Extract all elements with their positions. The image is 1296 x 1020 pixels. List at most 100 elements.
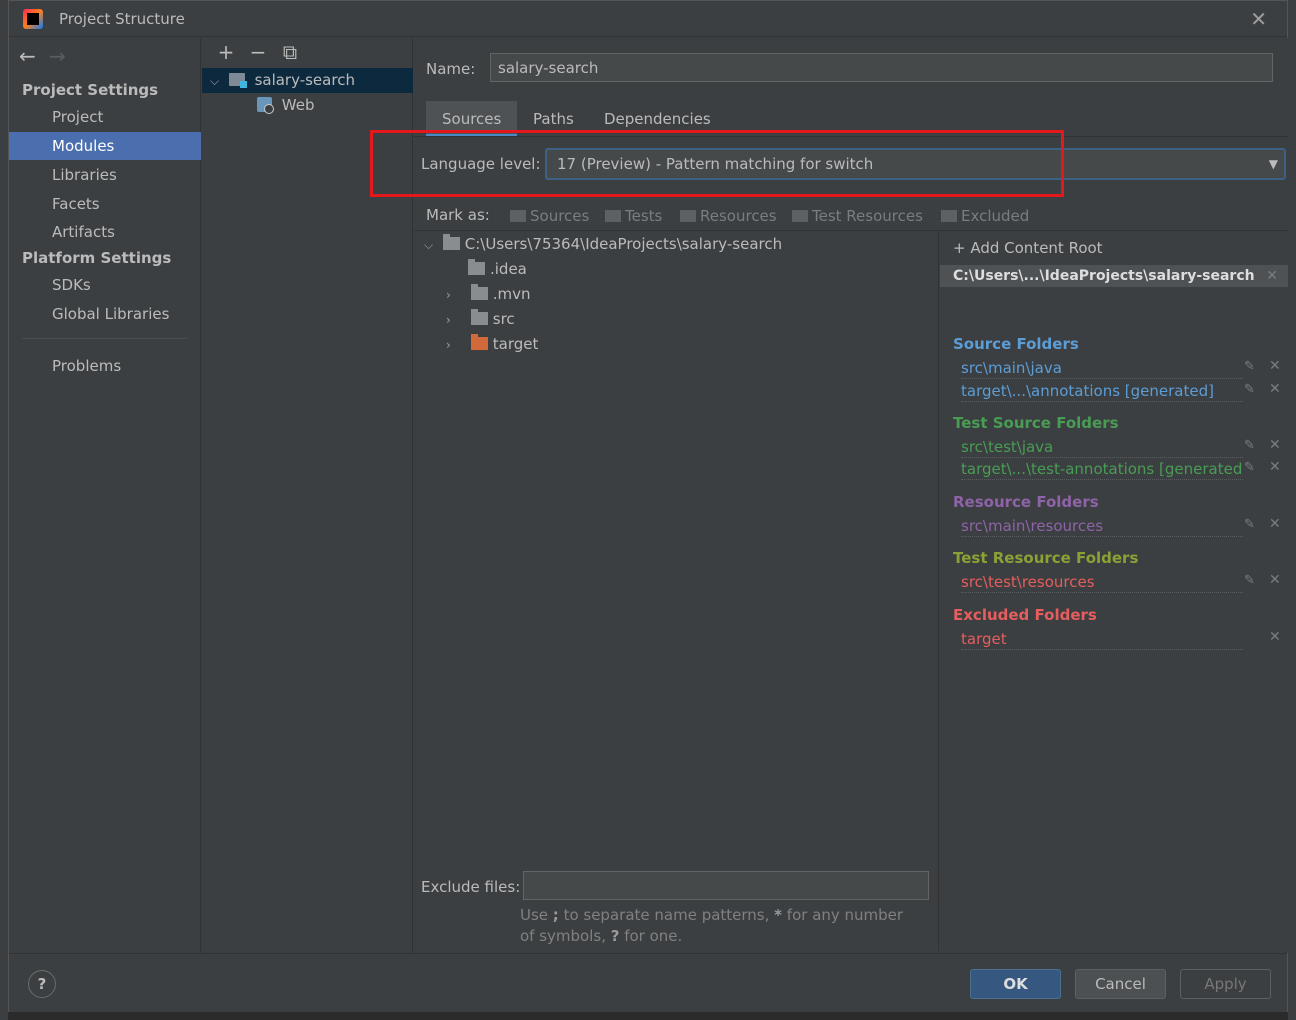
platform-settings-header: Platform Settings: [22, 249, 172, 267]
mark-test-resources-button[interactable]: Test Resources: [792, 207, 923, 225]
mark-tests-button[interactable]: Tests: [605, 207, 662, 225]
resource-folders-title: Resource Folders: [953, 493, 1099, 511]
module-row-web[interactable]: Web: [202, 93, 413, 118]
edit-icon[interactable]: ✎: [1244, 359, 1255, 374]
folder-icon: [442, 234, 460, 250]
remove-root-icon[interactable]: ✕: [1266, 265, 1278, 287]
language-level-value: 17 (Preview) - Pattern matching for swit…: [557, 155, 874, 173]
back-arrow-icon[interactable]: ←: [19, 44, 49, 68]
test-source-folders-title: Test Source Folders: [953, 414, 1119, 432]
nav-item-project[interactable]: Project: [9, 103, 201, 131]
tab-sources[interactable]: Sources: [426, 101, 518, 137]
module-toolbar: + − ⧉: [210, 40, 306, 64]
module-label: salary-search: [254, 71, 355, 89]
remove-icon[interactable]: ✕: [1269, 437, 1281, 453]
folder-icon: [468, 259, 485, 275]
chevron-right-icon[interactable]: ›: [446, 283, 460, 308]
web-facet-icon: [257, 97, 274, 114]
source-folder-entry: target\...\annotations [generated]: [961, 381, 1243, 402]
remove-icon[interactable]: ✕: [1269, 572, 1281, 588]
background-editor-right: [1288, 0, 1296, 1020]
facet-label: Web: [281, 96, 315, 114]
excluded-folders-title: Excluded Folders: [953, 606, 1097, 624]
folder-icon: [470, 309, 488, 325]
tab-paths[interactable]: Paths: [517, 101, 590, 137]
tree-row-root[interactable]: ⌵ C:\Users\75364\IdeaProjects\salary-sea…: [424, 232, 782, 257]
remove-icon[interactable]: −: [242, 40, 274, 64]
remove-icon[interactable]: ✕: [1269, 516, 1281, 532]
nav-arrows: ← →: [19, 44, 79, 68]
plus-icon: +: [953, 239, 971, 257]
edit-icon[interactable]: ✎: [1244, 438, 1255, 453]
mark-excluded-button[interactable]: Excluded: [941, 207, 1029, 225]
remove-icon[interactable]: ✕: [1269, 381, 1281, 397]
tree-row-mvn[interactable]: › .mvn: [446, 282, 531, 307]
mark-resources-button[interactable]: Resources: [680, 207, 777, 225]
test-source-folder-entry: target\...\test-annotations [generated]: [961, 460, 1243, 480]
cancel-button[interactable]: Cancel: [1075, 969, 1166, 999]
mark-sources-button[interactable]: Sources: [510, 207, 589, 225]
language-level-select[interactable]: 17 (Preview) - Pattern matching for swit…: [545, 148, 1286, 180]
name-label: Name:: [426, 60, 476, 78]
test-source-folder-entry: src\test\java: [961, 437, 1243, 458]
chevron-right-icon[interactable]: ›: [446, 333, 460, 358]
resource-folder-entry: src\main\resources: [961, 516, 1243, 537]
edit-icon[interactable]: ✎: [1244, 460, 1255, 475]
nav-item-global-libraries[interactable]: Global Libraries: [9, 300, 201, 328]
tab-dependencies[interactable]: Dependencies: [588, 101, 727, 137]
test-resource-folder-entry: src\test\resources: [961, 572, 1243, 593]
apply-button[interactable]: Apply: [1180, 969, 1271, 999]
add-content-root-button[interactable]: + Add Content Root: [953, 239, 1103, 257]
chevron-down-icon[interactable]: ⌵: [424, 233, 438, 258]
content-root-header: C:\Users\...\IdeaProjects\salary-search …: [940, 265, 1288, 287]
folder-icon: [792, 210, 808, 222]
edit-icon[interactable]: ✎: [1244, 517, 1255, 532]
nav-item-sdks[interactable]: SDKs: [9, 271, 201, 299]
tree-row-target[interactable]: › target: [446, 332, 538, 357]
tree-row-src[interactable]: › src: [446, 307, 515, 332]
content-root-tree: ⌵ C:\Users\75364\IdeaProjects\salary-sea…: [414, 231, 939, 951]
edit-icon[interactable]: ✎: [1244, 573, 1255, 588]
nav-item-facets[interactable]: Facets: [9, 190, 201, 218]
forward-arrow-icon[interactable]: →: [49, 44, 79, 68]
help-button[interactable]: ?: [28, 970, 56, 998]
module-row-salary-search[interactable]: ⌵ salary-search: [202, 68, 413, 93]
folder-icon: [470, 284, 488, 300]
test-resource-folders-title: Test Resource Folders: [953, 549, 1139, 567]
tab-divider: [414, 136, 1288, 137]
exclude-files-input[interactable]: [523, 871, 929, 900]
project-settings-header: Project Settings: [22, 81, 159, 99]
nav-item-modules[interactable]: Modules: [9, 132, 201, 160]
excluded-folder-icon: [470, 334, 488, 350]
tree-row-idea[interactable]: .idea: [468, 257, 527, 282]
window-title: Project Structure: [59, 10, 185, 28]
language-level-label: Language level:: [421, 155, 541, 173]
nav-item-artifacts[interactable]: Artifacts: [9, 218, 201, 246]
excluded-folder-entry: target: [961, 629, 1243, 650]
content-roots-panel: + Add Content Root C:\Users\...\IdeaProj…: [940, 231, 1288, 951]
nav-item-problems[interactable]: Problems: [9, 352, 201, 380]
module-settings-panel: Name: Sources Paths Dependencies Languag…: [414, 38, 1288, 953]
mark-as-label: Mark as:: [426, 206, 490, 224]
source-folder-entry: src\main\java: [961, 358, 1243, 379]
copy-icon[interactable]: ⧉: [274, 40, 306, 64]
intellij-app-icon: [23, 9, 43, 29]
module-name-input[interactable]: [490, 53, 1273, 82]
remove-icon[interactable]: ✕: [1269, 459, 1281, 475]
nav-item-libraries[interactable]: Libraries: [9, 161, 201, 189]
chevron-right-icon[interactable]: ›: [446, 308, 460, 333]
ok-button[interactable]: OK: [970, 969, 1061, 999]
project-structure-dialog: Project Structure ✕ ← → Project Settings …: [8, 0, 1288, 1012]
nav-separator: [22, 338, 187, 339]
remove-icon[interactable]: ✕: [1269, 629, 1281, 645]
chevron-down-icon[interactable]: ⌵: [210, 69, 224, 94]
source-folders-title: Source Folders: [953, 335, 1079, 353]
edit-icon[interactable]: ✎: [1244, 382, 1255, 397]
folder-icon: [941, 210, 957, 222]
dialog-button-bar: ? OK Cancel Apply: [9, 953, 1287, 1012]
dropdown-arrow-icon[interactable]: ▼: [1269, 150, 1278, 178]
remove-icon[interactable]: ✕: [1269, 358, 1281, 374]
close-icon[interactable]: ✕: [1250, 7, 1267, 31]
add-icon[interactable]: +: [210, 40, 242, 64]
folder-icon: [680, 210, 696, 222]
